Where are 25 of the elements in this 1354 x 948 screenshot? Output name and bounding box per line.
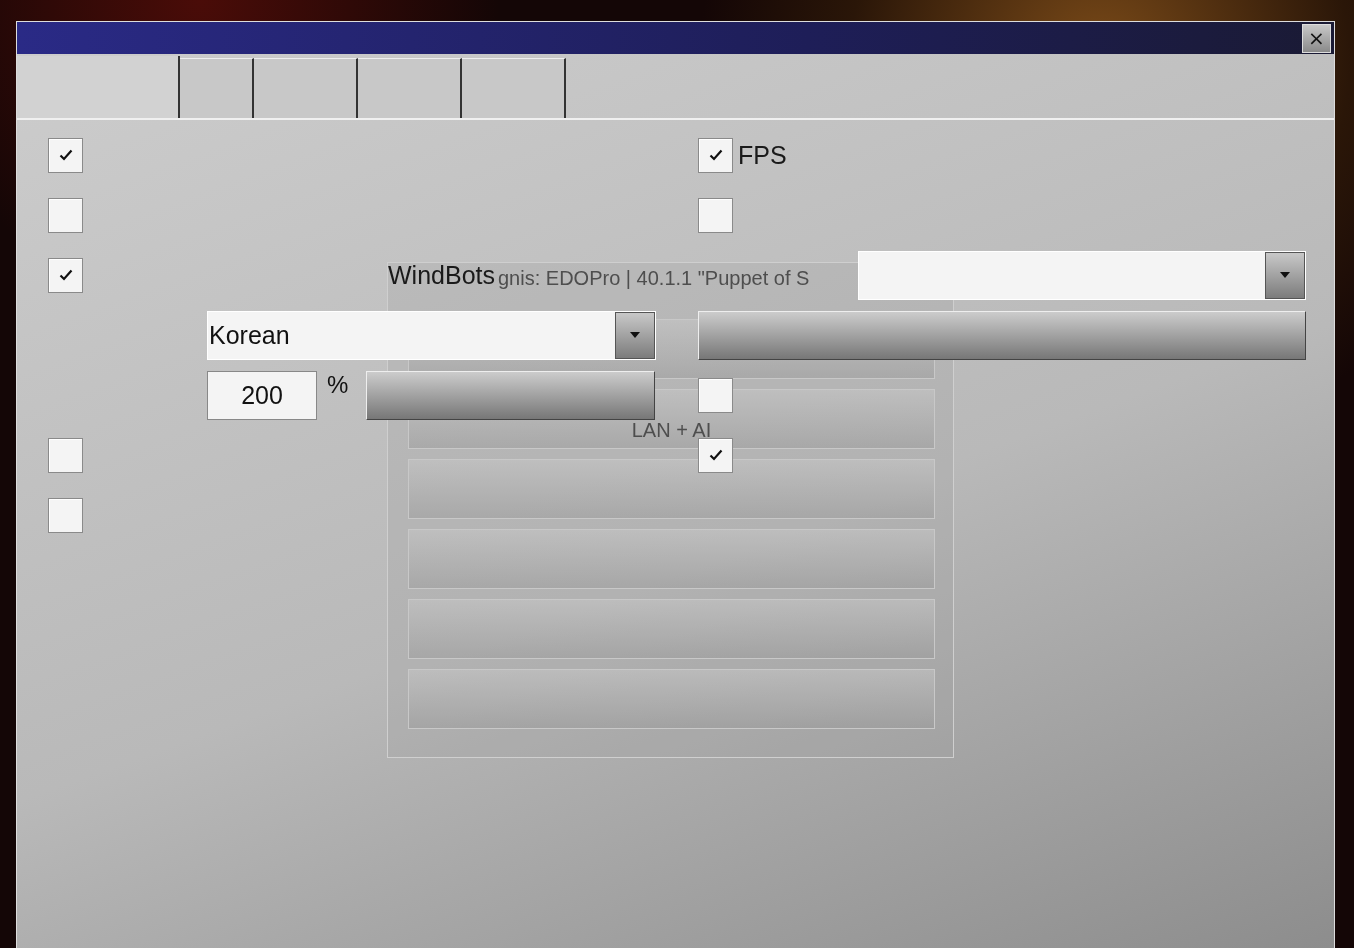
checkbox[interactable] (698, 137, 733, 173)
checkbox[interactable] (48, 497, 83, 533)
checkbox-label: WindBots (388, 260, 495, 290)
checkbox[interactable] (698, 377, 733, 413)
dropdown[interactable] (858, 250, 1306, 300)
dropdown[interactable]: Korean (207, 310, 656, 360)
checkbox[interactable] (48, 197, 83, 233)
caret-icon (1280, 272, 1290, 278)
percent-label: % (327, 371, 349, 399)
checkbox[interactable] (698, 197, 733, 233)
wide-button[interactable] (698, 310, 1306, 360)
menu-title: gnis: EDOPro | 40.1.1 "Puppet of S (498, 267, 810, 290)
check-icon (708, 149, 723, 161)
check-icon (708, 449, 723, 461)
checkbox[interactable] (48, 437, 83, 473)
apply-button[interactable] (366, 370, 656, 420)
check-icon (58, 269, 73, 281)
checkbox[interactable] (48, 257, 83, 293)
scale-input[interactable]: 200 (207, 370, 317, 420)
checkbox[interactable] (48, 137, 83, 173)
checkbox[interactable] (698, 437, 733, 473)
check-icon (58, 149, 73, 161)
close-button[interactable]: × (1302, 23, 1331, 53)
caret-icon (630, 332, 640, 338)
checkbox-label: FPS (738, 140, 787, 170)
